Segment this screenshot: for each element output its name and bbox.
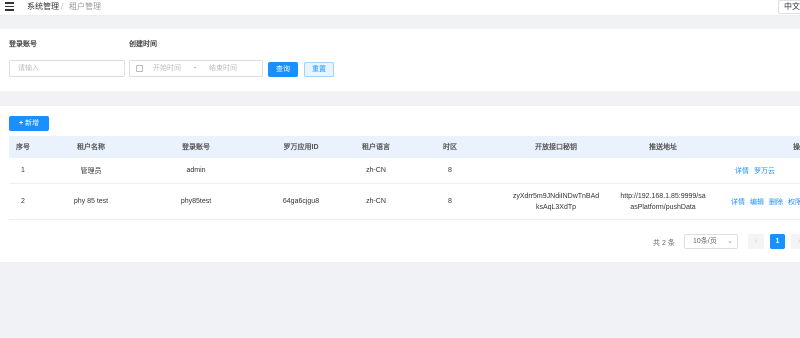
detail-link[interactable]: 详情 — [735, 166, 749, 176]
breadcrumb-system[interactable]: 系统管理 — [27, 2, 59, 12]
push-url-line-2: asPlatform/pushData — [630, 203, 696, 211]
date-range-picker[interactable]: 开始时间 - 结束时间 — [129, 60, 263, 77]
header-app-id: 罗万应用ID — [283, 144, 319, 151]
row-name: 管理员 — [80, 167, 102, 175]
row-language: zh-CN — [366, 198, 386, 205]
table-row: 1 管理员 admin zh-CN 8 详情 罗万云 — [9, 158, 800, 184]
row-timezone: 8 — [448, 167, 452, 174]
page-size-value: 10条/页 — [693, 238, 717, 245]
secret-line-2: ksAqL3XdTp — [535, 203, 577, 211]
reset-button[interactable]: 重置 — [304, 62, 334, 77]
row-index: 1 — [21, 167, 25, 174]
pagination-total: 共 2 条 — [653, 240, 675, 247]
header-actions: 操作 — [793, 144, 800, 151]
add-button[interactable]: + 新增 — [9, 116, 49, 131]
breadcrumb-current: 租户管理 — [69, 2, 101, 11]
date-separator: - — [194, 65, 197, 72]
plus-icon: + — [18, 120, 24, 127]
tenant-table: 序号 租户名称 登录账号 罗万应用ID 租户语言 时区 开放接口秘钥 推送地址 … — [9, 136, 800, 220]
main-panel: + 新增 序号 租户名称 登录账号 罗万应用ID 租户语言 时区 开放接口秘钥 推… — [0, 106, 800, 262]
row-app-id: 64ga6cjgu8 — [282, 198, 320, 205]
row-account: admin — [186, 167, 206, 174]
row-secret — [503, 158, 609, 183]
breadcrumb-separator: / — [61, 2, 64, 11]
date-start-input[interactable]: 开始时间 — [153, 61, 181, 76]
row-index: 2 — [21, 198, 25, 205]
table-header: 序号 租户名称 登录账号 罗万应用ID 租户语言 时区 开放接口秘钥 推送地址 … — [9, 136, 800, 158]
header-account: 登录账号 — [182, 144, 210, 151]
secret-line-1: zyXdrr5m9JNdiINDwTnBAd — [512, 192, 600, 200]
chevron-down-icon: ⌄ — [727, 238, 733, 245]
detail-link[interactable]: 详情 — [731, 197, 745, 207]
date-label: 创建时间 — [129, 41, 157, 48]
top-bar: 系统管理 / 租户管理 中文 — [0, 0, 800, 16]
row-push-url: http://192.168.1.85:9999/sa asPlatform/pu… — [609, 184, 717, 219]
row-actions: 详情 罗万云 — [717, 158, 800, 183]
prev-page-button[interactable]: ‹ — [748, 234, 764, 249]
header-language: 租户语言 — [362, 144, 390, 151]
row-app-id — [247, 158, 355, 183]
row-account: phy85test — [180, 198, 212, 205]
header-secret: 开放接口秘钥 — [535, 143, 577, 151]
date-end-input[interactable]: 结束时间 — [209, 61, 237, 76]
page-1-button[interactable]: 1 — [770, 234, 785, 249]
push-url-line-1: http://192.168.1.85:9999/sa — [620, 192, 706, 200]
header-push-url: 推送地址 — [649, 143, 677, 151]
luowan-link[interactable]: 罗万云 — [754, 166, 775, 176]
table-row: 2 phy 85 test phy85test 64ga6cjgu8 zh-CN… — [9, 184, 800, 220]
header-timezone: 时区 — [443, 144, 457, 151]
row-actions: 详情 编辑 删除 权限 — [717, 184, 800, 219]
next-page-button[interactable]: › — [791, 234, 800, 249]
permission-link[interactable]: 权限 — [788, 197, 800, 207]
account-input[interactable]: 请输入 — [9, 60, 125, 77]
hamburger-menu-icon[interactable] — [5, 2, 14, 11]
language-select[interactable]: 中文 — [778, 0, 800, 14]
row-name: phy 85 test — [73, 198, 109, 205]
row-language: zh-CN — [366, 167, 386, 174]
search-button[interactable]: 查询 — [268, 62, 298, 77]
row-push-url — [609, 158, 717, 183]
calendar-icon — [136, 65, 143, 72]
search-panel: 登录账号 创建时间 请输入 开始时间 - 结束时间 查询 重置 — [0, 29, 800, 91]
header-index: 序号 — [16, 144, 30, 151]
edit-link[interactable]: 编辑 — [750, 197, 764, 207]
row-timezone: 8 — [448, 198, 452, 205]
page-size-select[interactable]: 10条/页 ⌄ — [684, 234, 738, 249]
add-button-label: 新增 — [25, 120, 40, 127]
header-name: 租户名称 — [77, 144, 105, 151]
delete-link[interactable]: 删除 — [769, 197, 783, 207]
account-label: 登录账号 — [9, 41, 37, 48]
row-secret: zyXdrr5m9JNdiINDwTnBAd ksAqL3XdTp — [503, 184, 609, 219]
